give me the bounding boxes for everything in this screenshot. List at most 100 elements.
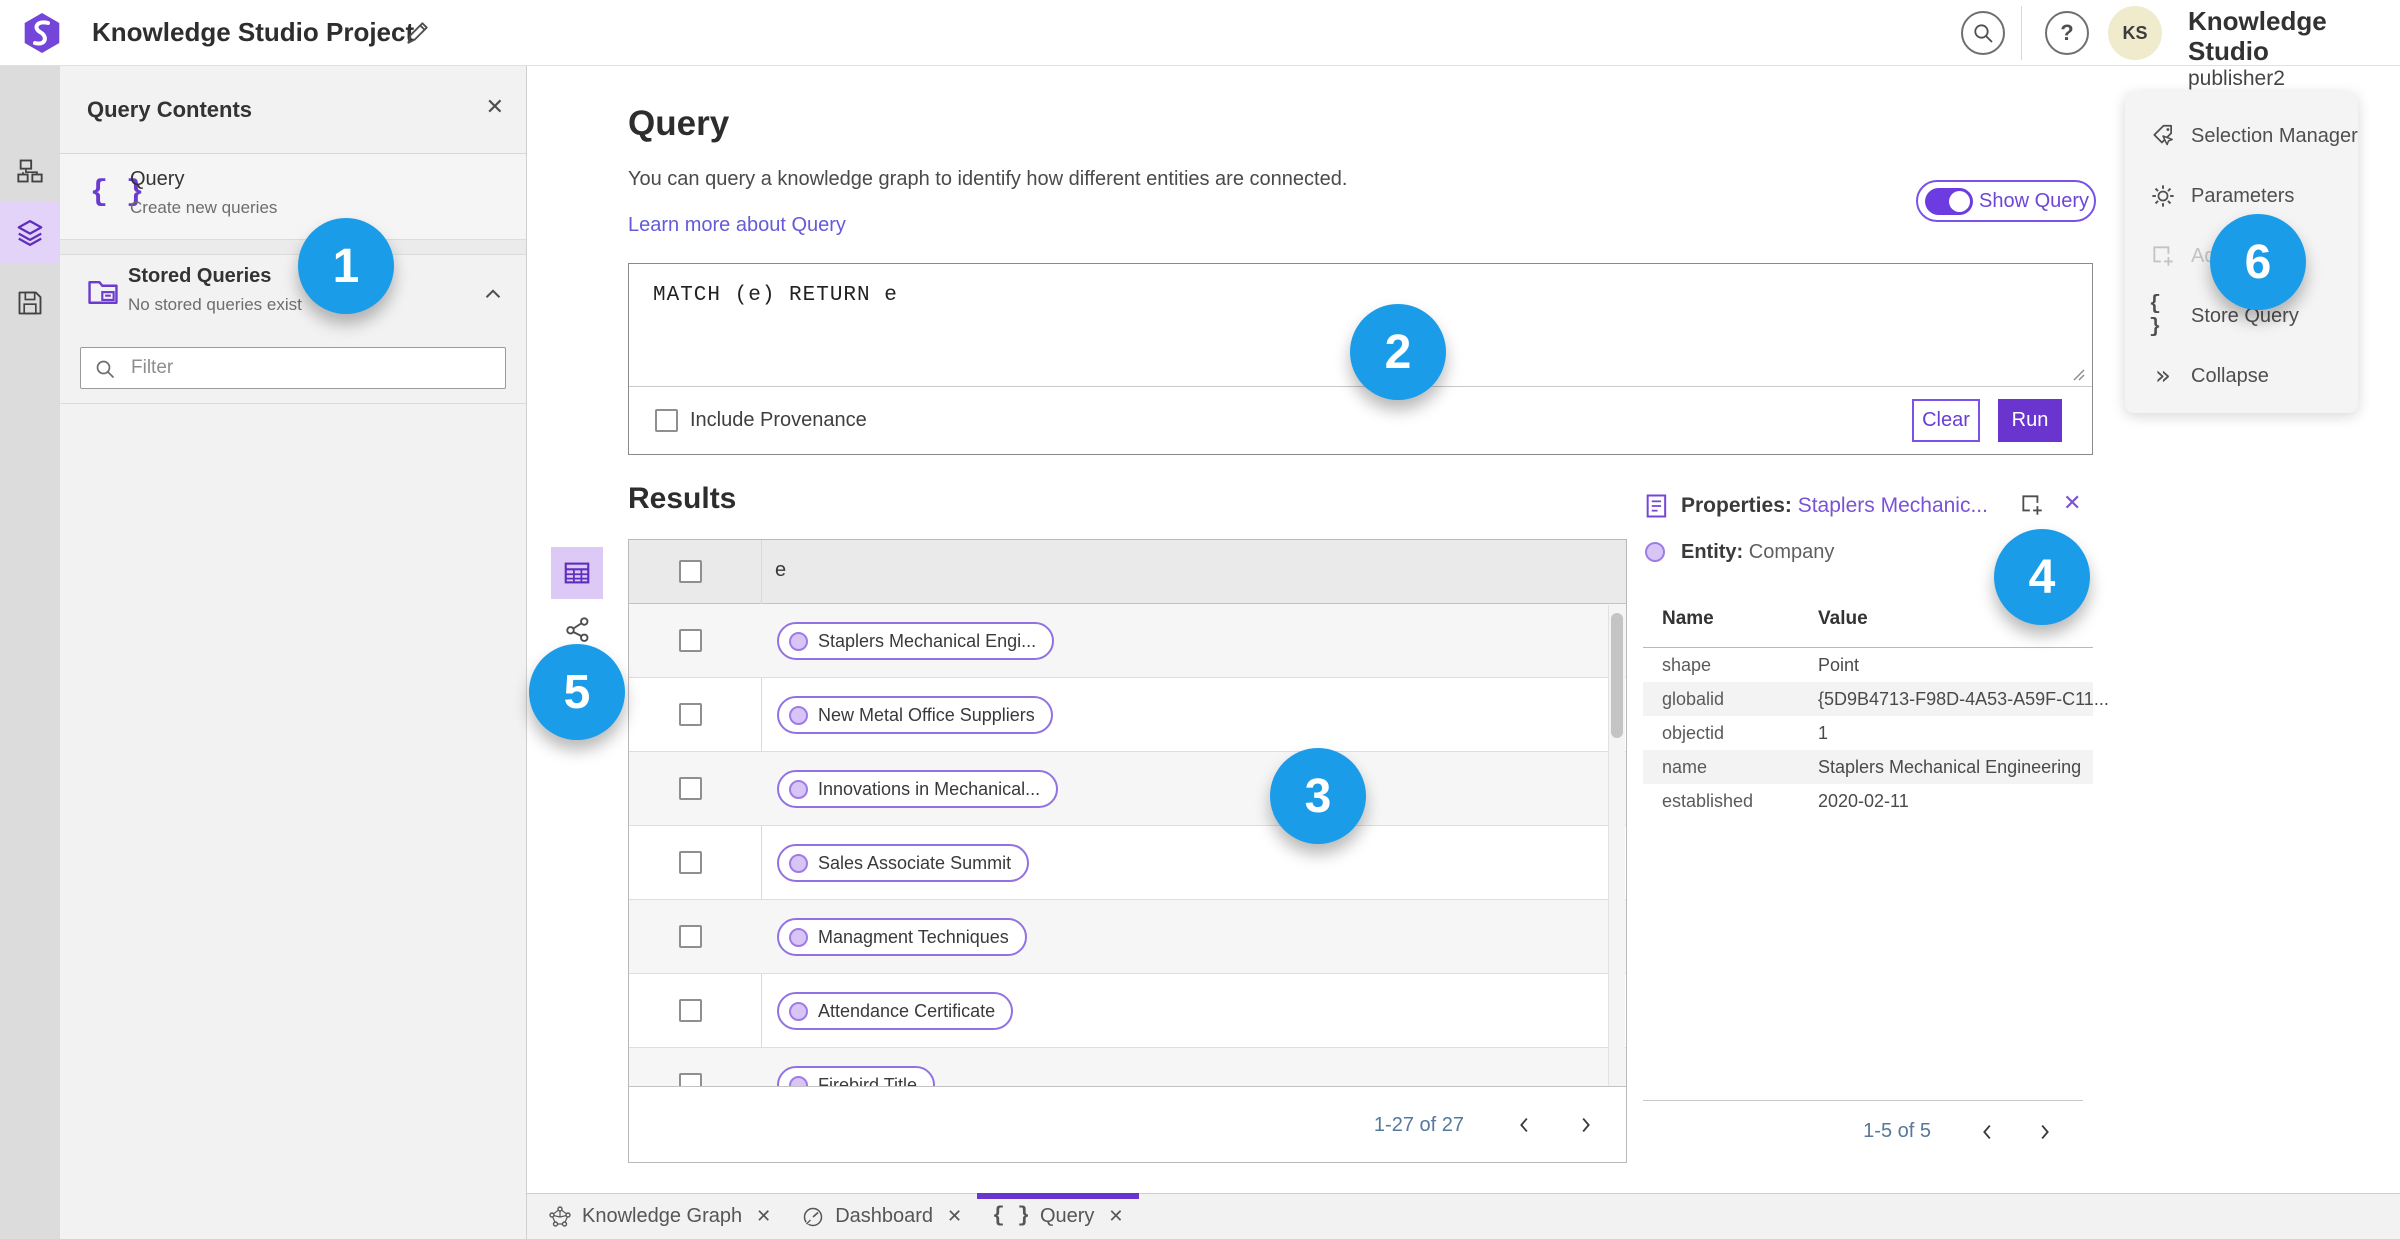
results-prev-page-button[interactable] <box>1508 1108 1542 1142</box>
row-checkbox[interactable] <box>679 629 702 652</box>
search-button[interactable] <box>1961 11 2005 55</box>
close-tab-icon[interactable]: ✕ <box>752 1206 771 1227</box>
close-tab-icon[interactable]: ✕ <box>1104 1206 1123 1227</box>
property-row: established 2020-02-11 <box>1662 791 1909 811</box>
tab-knowledge-graph[interactable]: Knowledge Graph ✕ <box>533 1194 786 1239</box>
table-view-button[interactable] <box>551 547 603 599</box>
collapse-item[interactable]: » Collapse <box>2125 346 2358 406</box>
question-mark-icon: ? <box>2060 20 2074 45</box>
show-query-label: Show Query <box>1979 189 2090 212</box>
annotation-circle-6: 6 <box>2210 214 2306 310</box>
annotation-circle-3: 3 <box>1270 748 1366 844</box>
table-row: New Metal Office Suppliers <box>629 678 1626 752</box>
results-table: e Staplers Mechanical Engi... New Metal … <box>628 539 1627 1163</box>
entity-dot-icon <box>789 705 808 725</box>
results-scrollbar-thumb[interactable] <box>1611 613 1623 738</box>
value-column-header: Value <box>1818 608 1868 629</box>
name-column-header: Name <box>1662 608 1714 629</box>
properties-header: Properties: Staplers Mechanic... ✕ <box>1643 490 2093 532</box>
rail-save-button[interactable] <box>0 272 60 334</box>
clear-button[interactable]: Clear <box>1912 399 1980 442</box>
query-item[interactable]: { } Query Create new queries <box>60 154 526 240</box>
close-tab-icon[interactable]: ✕ <box>943 1206 962 1227</box>
save-icon <box>18 291 42 315</box>
edit-title-pencil-icon[interactable] <box>404 20 430 46</box>
properties-next-page-button[interactable] <box>2027 1115 2061 1149</box>
filter-input[interactable] <box>129 348 499 388</box>
entity-pill[interactable]: Managment Techniques <box>777 918 1027 956</box>
collapse-caret-icon[interactable] <box>480 281 506 307</box>
help-button[interactable]: ? <box>2045 11 2089 55</box>
row-checkbox[interactable] <box>679 1073 702 1086</box>
search-icon <box>1974 24 1993 43</box>
property-row: objectid 1 <box>1662 723 1829 743</box>
entity-label: Entity: Company <box>1681 541 1835 563</box>
annotation-circle-5: 5 <box>529 644 625 740</box>
layers-icon <box>17 220 43 246</box>
toggle-knob <box>1949 190 1970 212</box>
include-provenance-checkbox[interactable] <box>655 409 678 432</box>
annotation-circle-1: 1 <box>298 218 394 314</box>
rail-layers-button[interactable] <box>0 202 60 264</box>
entity-pill[interactable]: Innovations in Mechanical... <box>777 770 1059 808</box>
results-table-body: Staplers Mechanical Engi... New Metal Of… <box>629 604 1626 1086</box>
bottom-tab-bar: Knowledge Graph ✕ Dashboard ✕ { } Query … <box>527 1193 2400 1239</box>
results-scrollbar-track <box>1608 605 1625 1086</box>
results-table-header: e <box>629 540 1626 604</box>
editor-footer: Include Provenance Clear Run <box>629 387 2092 455</box>
entity-dot-icon <box>789 1075 808 1086</box>
stored-queries-title: Stored Queries <box>128 265 272 287</box>
row-checkbox[interactable] <box>679 777 702 800</box>
annotation-circle-4: 4 <box>1994 529 2090 625</box>
app-logo-icon <box>24 13 60 53</box>
row-checkbox[interactable] <box>679 851 702 874</box>
run-button[interactable]: Run <box>1998 399 2062 442</box>
entity-pill[interactable]: New Metal Office Suppliers <box>777 696 1053 734</box>
row-checkbox[interactable] <box>679 999 702 1022</box>
properties-prev-page-button[interactable] <box>1971 1115 2005 1149</box>
row-checkbox[interactable] <box>679 925 702 948</box>
tab-dashboard[interactable]: Dashboard ✕ <box>786 1194 977 1239</box>
results-page-range: 1-27 of 27 <box>1373 1113 1464 1136</box>
table-row: Managment Techniques <box>629 900 1626 974</box>
entity-pill[interactable]: Staplers Mechanical Engi... <box>777 622 1055 660</box>
rail-data-model-button[interactable] <box>0 140 60 202</box>
add-to-map-icon[interactable] <box>2019 492 2045 518</box>
user-role: publisher2 <box>2188 66 2285 90</box>
entity-pill[interactable]: Firebird Title <box>777 1066 936 1086</box>
user-info: Knowledge Studio publisher2 <box>2188 6 2400 91</box>
properties-entity-link[interactable]: Staplers Mechanic... <box>1798 494 1988 517</box>
query-section-title: Query <box>628 104 730 143</box>
table-row: Attendance Certificate <box>629 974 1626 1048</box>
knowledge-studio-app: Knowledge Studio Project ? KS Knowledge … <box>0 0 2400 1239</box>
row-checkbox[interactable] <box>679 703 702 726</box>
selection-manager-item[interactable]: Selection Manager <box>2125 106 2358 166</box>
chevron-right-icon <box>2041 1124 2049 1139</box>
toggle-switch[interactable] <box>1925 187 1973 215</box>
query-item-subtitle: Create new queries <box>130 198 278 217</box>
user-avatar[interactable]: KS <box>2108 6 2162 60</box>
table-row: Innovations in Mechanical... <box>629 752 1626 826</box>
entity-pill[interactable]: Attendance Certificate <box>777 992 1014 1030</box>
chevron-left-icon <box>1520 1117 1528 1133</box>
show-query-toggle[interactable]: Show Query <box>1916 180 2096 222</box>
link-chart-view-button[interactable] <box>563 614 593 644</box>
entity-type: Company <box>1748 541 1835 563</box>
resize-handle-icon[interactable] <box>2070 366 2086 382</box>
stored-queries-header[interactable]: Stored Queries No stored queries exist <box>60 255 526 333</box>
query-contents-header: Query Contents ✕ <box>60 66 526 154</box>
tab-query[interactable]: { } Query ✕ <box>977 1193 1139 1239</box>
learn-more-link[interactable]: Learn more about Query <box>628 214 846 237</box>
query-description: You can query a knowledge graph to ident… <box>628 168 1348 190</box>
close-properties-icon[interactable]: ✕ <box>2063 490 2081 516</box>
results-next-page-button[interactable] <box>1568 1108 1602 1142</box>
close-panel-icon[interactable]: ✕ <box>486 94 504 120</box>
link-chart-view-icon <box>566 617 589 642</box>
top-bar: Knowledge Studio Project ? KS Knowledge … <box>0 0 2400 90</box>
chevron-left-icon <box>1983 1124 1991 1139</box>
properties-title: Properties: Staplers Mechanic... <box>1681 494 1988 517</box>
select-all-checkbox[interactable] <box>679 560 702 583</box>
properties-pagination: 1-5 of 5 <box>1643 1100 2083 1162</box>
add-frame-icon <box>2153 246 2173 266</box>
entity-pill[interactable]: Sales Associate Summit <box>777 844 1030 882</box>
